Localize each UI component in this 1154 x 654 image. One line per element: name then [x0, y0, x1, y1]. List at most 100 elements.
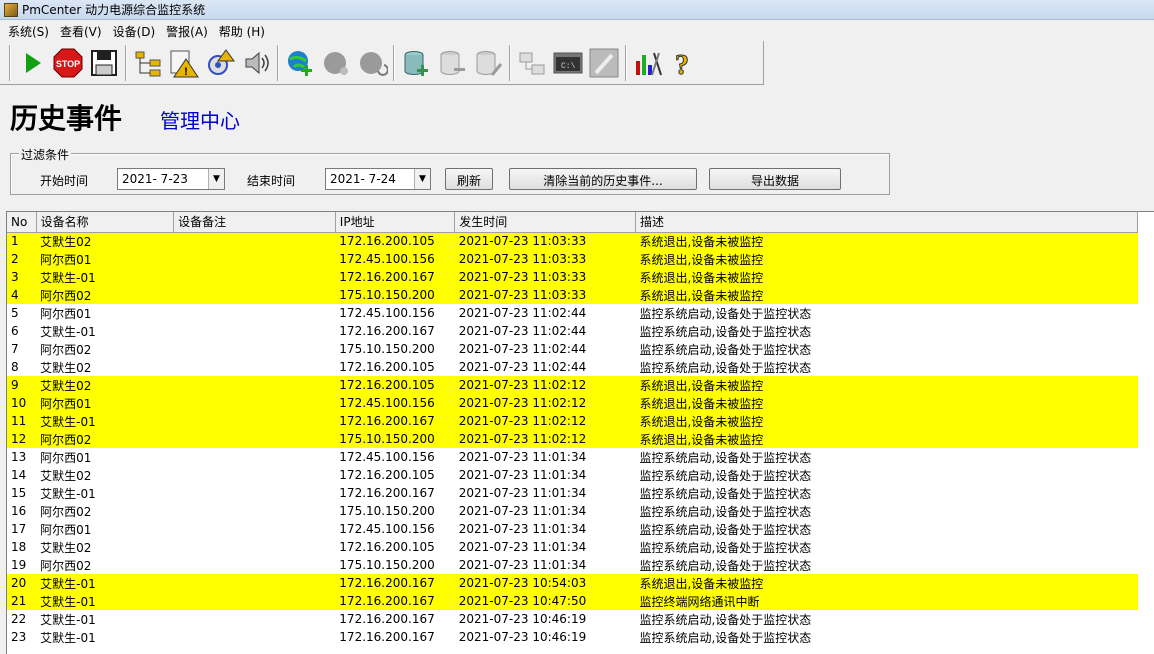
history-events-table[interactable]: No 设备名称 设备备注 IP地址 发生时间 描述 1 艾默生02 172.16.200.10… — [6, 211, 1154, 654]
table-row[interactable]: 2 阿尔西01 172.45.100.156 2021-07-23 11:03:33 系… — [7, 250, 1138, 268]
table-row[interactable]: 3 艾默生-01 172.16.200.167 2021-07-23 11:03:33… — [7, 268, 1138, 286]
table-row[interactable]: 7 阿尔西02 175.10.150.200 2021-07-23 11:02:44 监… — [7, 340, 1138, 358]
globe-add-button[interactable] — [282, 45, 318, 81]
tree-icon — [135, 51, 161, 76]
cell-time: 2021-07-23 11:02:12 — [454, 412, 636, 430]
save-button[interactable] — [86, 45, 122, 81]
cell-note — [174, 322, 336, 340]
cell-ip: 172.16.200.105 — [335, 376, 455, 394]
cell-note — [174, 304, 336, 322]
database-edit-disabled-button[interactable] — [470, 45, 506, 81]
database-remove-disabled-icon — [440, 50, 465, 75]
database-add-button[interactable] — [398, 45, 434, 81]
cell-name: 阿尔西02 — [40, 342, 92, 357]
globe-refresh-disabled-button[interactable] — [354, 45, 390, 81]
play-button[interactable] — [14, 45, 50, 81]
cell-time: 2021-07-23 11:01:34 — [458, 522, 587, 536]
clear-history-button[interactable]: 清除当前的历史事件... — [509, 168, 697, 190]
column-header[interactable]: IP地址 — [335, 212, 456, 233]
refresh-button[interactable]: 刷新 — [445, 168, 493, 190]
alarm-warning-button[interactable]: ! — [166, 45, 202, 81]
table-row[interactable]: 4 阿尔西02 175.10.150.200 2021-07-23 11:03:33 系… — [7, 286, 1138, 304]
cell-no: 14 — [11, 468, 27, 482]
table-row[interactable]: 16 阿尔西02 175.10.150.200 2021-07-23 11:01:34… — [7, 502, 1138, 520]
cell-desc: 系统退出,设备未被监控 — [635, 412, 1138, 430]
help-button[interactable]: ? — [666, 45, 702, 81]
table-row[interactable]: 23 艾默生-01 172.16.200.167 2021-07-23 10:46:1… — [7, 628, 1138, 646]
cell-desc: 监控终端网络通讯中断 — [635, 592, 1138, 610]
table-row[interactable]: 8 艾默生02 172.16.200.105 2021-07-23 11:02:44 监… — [7, 358, 1138, 376]
cell-ip: 175.10.150.200 — [339, 558, 435, 572]
export-data-button[interactable]: 导出数据 — [709, 168, 841, 190]
end-date-dropdown-icon[interactable]: ▼ — [414, 169, 430, 189]
table-row[interactable]: 20 艾默生-01 172.16.200.167 2021-07-23 10:54:0… — [7, 574, 1138, 592]
pen-disabled-button[interactable] — [586, 45, 622, 81]
cell-time: 2021-07-23 10:54:03 — [454, 574, 636, 592]
cell-ip: 172.16.200.105 — [339, 360, 435, 374]
cell-note — [174, 520, 336, 538]
table-row[interactable]: 13 阿尔西01 172.45.100.156 2021-07-23 11:01:34… — [7, 448, 1138, 466]
table-row[interactable]: 10 阿尔西01 172.45.100.156 2021-07-23 11:02:12… — [7, 394, 1138, 412]
cell-time: 2021-07-23 11:02:44 — [458, 306, 587, 320]
menu-item[interactable]: 警报(A) — [162, 23, 215, 40]
cell-time: 2021-07-23 11:03:33 — [454, 268, 636, 286]
speaker-icon — [245, 51, 269, 74]
column-header[interactable]: No — [7, 212, 37, 233]
cell-desc: 监控系统启动,设备处于监控状态 — [639, 324, 812, 339]
table-row[interactable]: 6 艾默生-01 172.16.200.167 2021-07-23 11:02:44… — [7, 322, 1138, 340]
speaker-button[interactable] — [238, 45, 274, 81]
cell-no: 3 — [7, 268, 37, 286]
cell-desc: 监控系统启动,设备处于监控状态 — [639, 342, 812, 357]
cell-note — [173, 394, 336, 412]
column-header[interactable]: 设备备注 — [173, 212, 336, 233]
database-add-icon — [404, 50, 428, 76]
table-row[interactable]: 5 阿尔西01 172.45.100.156 2021-07-23 11:02:44 监… — [7, 304, 1138, 322]
cell-desc: 监控系统启动,设备处于监控状态 — [639, 468, 812, 483]
start-date-picker[interactable]: 2021- 7-23 ▼ — [117, 168, 225, 190]
start-date-dropdown-icon[interactable]: ▼ — [208, 169, 224, 189]
cell-no: 21 — [7, 592, 37, 610]
chart-tools-button[interactable] — [630, 45, 666, 81]
table-row[interactable]: 15 艾默生-01 172.16.200.167 2021-07-23 11:01:3… — [7, 484, 1138, 502]
table-row[interactable]: 11 艾默生-01 172.16.200.167 2021-07-23 11:02:1… — [7, 412, 1138, 430]
cell-desc: 系统退出,设备未被监控 — [635, 286, 1138, 304]
table-row[interactable]: 14 艾默生02 172.16.200.105 2021-07-23 11:01:34… — [7, 466, 1138, 484]
network-disabled-button[interactable] — [514, 45, 550, 81]
cell-no: 12 — [7, 430, 37, 448]
cell-desc: 监控系统启动,设备处于监控状态 — [639, 630, 812, 645]
cell-no: 5 — [11, 306, 19, 320]
menu-item[interactable]: 设备(D) — [109, 23, 163, 40]
table-row[interactable]: 17 阿尔西01 172.45.100.156 2021-07-23 11:01:34… — [7, 520, 1138, 538]
menu-item[interactable]: 查看(V) — [56, 23, 109, 40]
globe-disabled-button[interactable] — [318, 45, 354, 81]
table-row[interactable]: 21 艾默生-01 172.16.200.167 2021-07-23 10:47:5… — [7, 592, 1138, 610]
menu-item[interactable]: 帮助 (H) — [215, 23, 272, 40]
table-row[interactable]: 9 艾默生02 172.16.200.105 2021-07-23 11:02:12 系… — [7, 376, 1138, 394]
table-row[interactable]: 1 艾默生02 172.16.200.105 2021-07-23 11:03:33 系… — [7, 232, 1138, 250]
table-row[interactable]: 12 阿尔西02 175.10.150.200 2021-07-23 11:02:12… — [7, 430, 1138, 448]
play-icon — [26, 52, 41, 73]
globe-add-icon — [288, 50, 312, 76]
stop-button[interactable]: STOP — [50, 45, 86, 81]
database-remove-disabled-button[interactable] — [434, 45, 470, 81]
cell-time: 2021-07-23 11:03:33 — [454, 286, 636, 304]
column-header[interactable]: 发生时间 — [454, 212, 636, 233]
table-row[interactable]: 18 艾默生02 172.16.200.105 2021-07-23 11:01:34… — [7, 538, 1138, 556]
cell-name: 艾默生-01 — [40, 486, 96, 501]
end-date-picker[interactable]: 2021- 7-24 ▼ — [325, 168, 431, 190]
cell-name: 艾默生-01 — [36, 574, 174, 592]
cell-note — [174, 484, 336, 502]
toolbar-separator — [625, 44, 627, 81]
network-disabled-icon — [519, 52, 545, 74]
table-row[interactable]: 22 艾默生-01 172.16.200.167 2021-07-23 10:46:1… — [7, 610, 1138, 628]
menu-item[interactable]: 系统(S) — [4, 23, 56, 40]
column-header[interactable]: 描述 — [635, 212, 1139, 233]
tree-button[interactable] — [130, 45, 166, 81]
cell-desc: 系统退出,设备未被监控 — [635, 376, 1138, 394]
table-row[interactable]: 19 阿尔西02 175.10.150.200 2021-07-23 11:01:34… — [7, 556, 1138, 574]
cell-ip: 172.45.100.156 — [335, 394, 455, 412]
alarm-settings-button[interactable] — [202, 45, 238, 81]
column-header[interactable]: 设备名称 — [36, 212, 175, 233]
cell-ip: 172.16.200.105 — [339, 540, 435, 554]
console-disabled-button[interactable]: C:\ — [550, 45, 586, 81]
